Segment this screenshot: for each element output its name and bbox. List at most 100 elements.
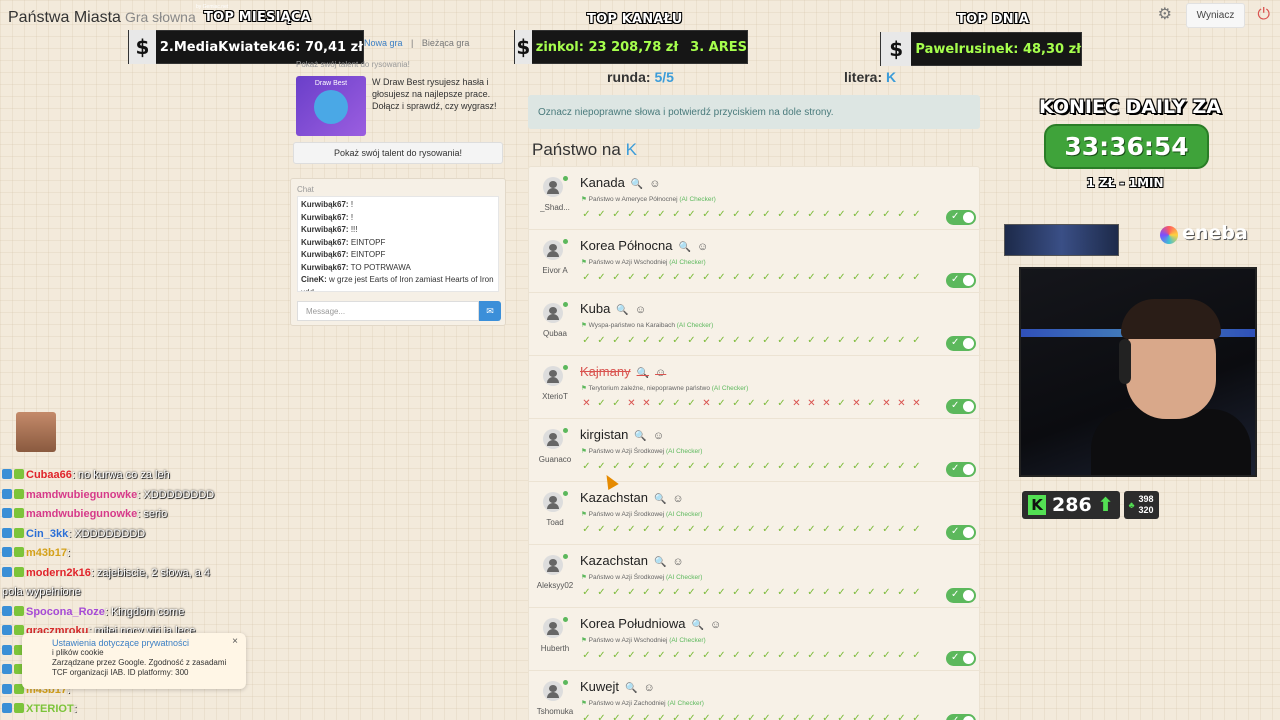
vote-check-icon[interactable]: ✓ [836,650,847,661]
vote-check-icon[interactable]: ✓ [791,272,802,283]
vote-check-icon[interactable]: ✓ [611,713,622,720]
vote-check-icon[interactable]: ✓ [836,524,847,535]
vote-check-icon[interactable]: ✓ [851,272,862,283]
vote-check-icon[interactable]: ✓ [851,335,862,346]
vote-check-icon[interactable]: ✓ [761,272,772,283]
draw-best-image[interactable]: Draw Best [296,76,366,136]
vote-check-icon[interactable]: ✓ [671,650,682,661]
vote-check-icon[interactable]: ✓ [791,524,802,535]
vote-cross-icon[interactable]: ✕ [896,398,907,409]
power-icon[interactable]: ⏻ [1257,6,1270,24]
vote-check-icon[interactable]: ✓ [791,335,802,346]
vote-check-icon[interactable]: ✓ [806,524,817,535]
vote-cross-icon[interactable]: ✕ [806,398,817,409]
vote-check-icon[interactable]: ✓ [881,650,892,661]
vote-check-icon[interactable]: ✓ [641,272,652,283]
vote-check-icon[interactable]: ✓ [911,650,922,661]
vote-check-icon[interactable]: ✓ [641,209,652,220]
chat-send-icon[interactable]: ✉ [479,301,501,321]
vote-check-icon[interactable]: ✓ [821,209,832,220]
vote-check-icon[interactable]: ✓ [896,713,907,720]
vote-check-icon[interactable]: ✓ [746,524,757,535]
vote-check-icon[interactable]: ✓ [671,272,682,283]
vote-cross-icon[interactable]: ✕ [626,398,637,409]
new-game-link[interactable]: Nowa gra [364,38,403,48]
vote-check-icon[interactable]: ✓ [761,335,772,346]
vote-check-icon[interactable]: ✓ [806,335,817,346]
vote-cross-icon[interactable]: ✕ [851,398,862,409]
vote-check-icon[interactable]: ✓ [671,713,682,720]
accept-toggle[interactable]: ✓ [946,462,976,477]
vote-check-icon[interactable]: ✓ [821,335,832,346]
search-icon[interactable]: 🔍 [625,683,637,694]
vote-check-icon[interactable]: ✓ [746,335,757,346]
vote-check-icon[interactable]: ✓ [626,335,637,346]
vote-check-icon[interactable]: ✓ [776,650,787,661]
vote-check-icon[interactable]: ✓ [671,335,682,346]
vote-check-icon[interactable]: ✓ [641,650,652,661]
vote-check-icon[interactable]: ✓ [881,713,892,720]
vote-check-icon[interactable]: ✓ [626,461,637,472]
vote-check-icon[interactable]: ✓ [836,335,847,346]
vote-check-icon[interactable]: ✓ [776,524,787,535]
emoji-icon[interactable]: ☺ [643,682,654,694]
vote-check-icon[interactable]: ✓ [761,398,772,409]
vote-check-icon[interactable]: ✓ [761,650,772,661]
accept-toggle[interactable]: ✓ [946,651,976,666]
vote-check-icon[interactable]: ✓ [791,650,802,661]
vote-check-icon[interactable]: ✓ [776,713,787,720]
vote-check-icon[interactable]: ✓ [641,524,652,535]
vote-check-icon[interactable]: ✓ [806,713,817,720]
vote-check-icon[interactable]: ✓ [611,272,622,283]
vote-check-icon[interactable]: ✓ [611,335,622,346]
vote-check-icon[interactable]: ✓ [611,461,622,472]
search-icon[interactable]: 🔍 [637,368,649,379]
vote-check-icon[interactable]: ✓ [581,713,592,720]
vote-check-icon[interactable]: ✓ [731,650,742,661]
vote-check-icon[interactable]: ✓ [761,461,772,472]
vote-check-icon[interactable]: ✓ [866,713,877,720]
vote-check-icon[interactable]: ✓ [896,461,907,472]
vote-check-icon[interactable]: ✓ [656,650,667,661]
vote-check-icon[interactable]: ✓ [851,209,862,220]
search-icon[interactable]: 🔍 [634,431,646,442]
vote-check-icon[interactable]: ✓ [746,461,757,472]
vote-check-icon[interactable]: ✓ [881,209,892,220]
vote-check-icon[interactable]: ✓ [731,335,742,346]
vote-check-icon[interactable]: ✓ [581,461,592,472]
vote-check-icon[interactable]: ✓ [911,713,922,720]
vote-check-icon[interactable]: ✓ [686,587,697,598]
vote-check-icon[interactable]: ✓ [776,587,787,598]
vote-check-icon[interactable]: ✓ [806,461,817,472]
accept-toggle[interactable]: ✓ [946,588,976,603]
emoji-icon[interactable]: ☺ [655,367,666,379]
search-icon[interactable]: 🔍 [692,620,704,631]
vote-check-icon[interactable]: ✓ [791,209,802,220]
vote-check-icon[interactable]: ✓ [671,524,682,535]
vote-check-icon[interactable]: ✓ [791,587,802,598]
vote-check-icon[interactable]: ✓ [881,272,892,283]
vote-check-icon[interactable]: ✓ [596,335,607,346]
vote-check-icon[interactable]: ✓ [626,650,637,661]
vote-check-icon[interactable]: ✓ [626,587,637,598]
vote-check-icon[interactable]: ✓ [776,272,787,283]
search-icon[interactable]: 🔍 [616,305,628,316]
vote-check-icon[interactable]: ✓ [776,335,787,346]
vote-check-icon[interactable]: ✓ [716,650,727,661]
vote-check-icon[interactable]: ✓ [836,272,847,283]
accept-toggle[interactable]: ✓ [946,336,976,351]
vote-check-icon[interactable]: ✓ [686,461,697,472]
vote-check-icon[interactable]: ✓ [866,524,877,535]
vote-check-icon[interactable]: ✓ [701,524,712,535]
vote-check-icon[interactable]: ✓ [881,461,892,472]
vote-check-icon[interactable]: ✓ [671,398,682,409]
vote-check-icon[interactable]: ✓ [596,650,607,661]
vote-check-icon[interactable]: ✓ [581,650,592,661]
vote-check-icon[interactable]: ✓ [701,209,712,220]
vote-check-icon[interactable]: ✓ [656,713,667,720]
vote-check-icon[interactable]: ✓ [836,461,847,472]
vote-check-icon[interactable]: ✓ [701,713,712,720]
vote-check-icon[interactable]: ✓ [761,587,772,598]
vote-check-icon[interactable]: ✓ [761,209,772,220]
vote-check-icon[interactable]: ✓ [656,524,667,535]
